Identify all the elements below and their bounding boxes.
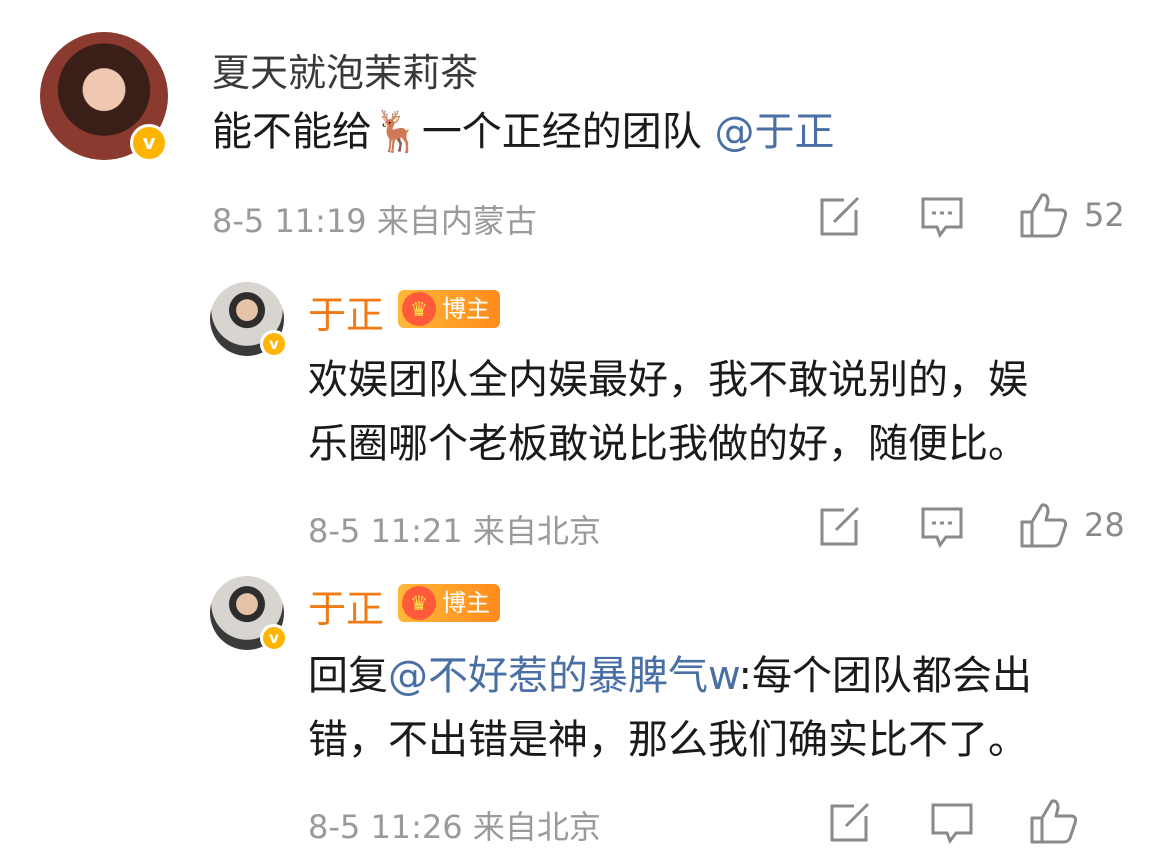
mention-link[interactable]: @于正 xyxy=(715,109,835,155)
like-icon[interactable] xyxy=(1030,798,1078,844)
comment-author[interactable]: 于正 xyxy=(308,284,384,339)
verified-badge-icon: v xyxy=(260,624,288,652)
mention-link[interactable]: @不好惹的暴脾气w xyxy=(388,653,739,699)
verified-badge-icon: v xyxy=(260,330,288,358)
comment-icon[interactable] xyxy=(930,802,974,844)
comment-text: 欢娱团队全内娱最好，我不敢说别的，娱 乐圈哪个老板敢说比我做的好，随便比。 xyxy=(308,357,1028,467)
comment-meta: 8-5 11:21 来自北京 xyxy=(308,512,601,550)
like-count: 52 xyxy=(1084,196,1125,234)
comment-icon[interactable] xyxy=(920,506,964,548)
comment-author[interactable]: 夏天就泡茉莉茶 xyxy=(212,42,478,97)
share-icon[interactable] xyxy=(830,802,872,842)
share-icon[interactable] xyxy=(820,196,862,236)
crown-icon: ♛ xyxy=(402,292,436,326)
comment-text: 回复@不好惹的暴脾气w:每个团队都会出 错，不出错是神，那么我们确实比不了。 xyxy=(308,653,1033,763)
blogger-badge: ♛ 博主 xyxy=(398,584,500,622)
like-count: 28 xyxy=(1084,506,1125,544)
comment-author[interactable]: 于正 xyxy=(308,578,384,633)
share-icon[interactable] xyxy=(820,506,862,546)
comment-icon[interactable] xyxy=(920,196,964,238)
crown-icon: ♛ xyxy=(402,586,436,620)
comment-text: 能不能给🦌一个正经的团队 @于正 xyxy=(212,109,835,155)
blogger-badge: ♛ 博主 xyxy=(398,290,500,328)
comment-meta: 8-5 11:26 来自北京 xyxy=(308,808,601,846)
verified-badge-icon: v xyxy=(130,124,168,162)
like-icon[interactable] xyxy=(1020,502,1068,548)
deer-emoji-icon: 🦌 xyxy=(372,109,422,155)
comment-meta: 8-5 11:19 来自内蒙古 xyxy=(212,202,537,240)
like-icon[interactable] xyxy=(1020,192,1068,238)
